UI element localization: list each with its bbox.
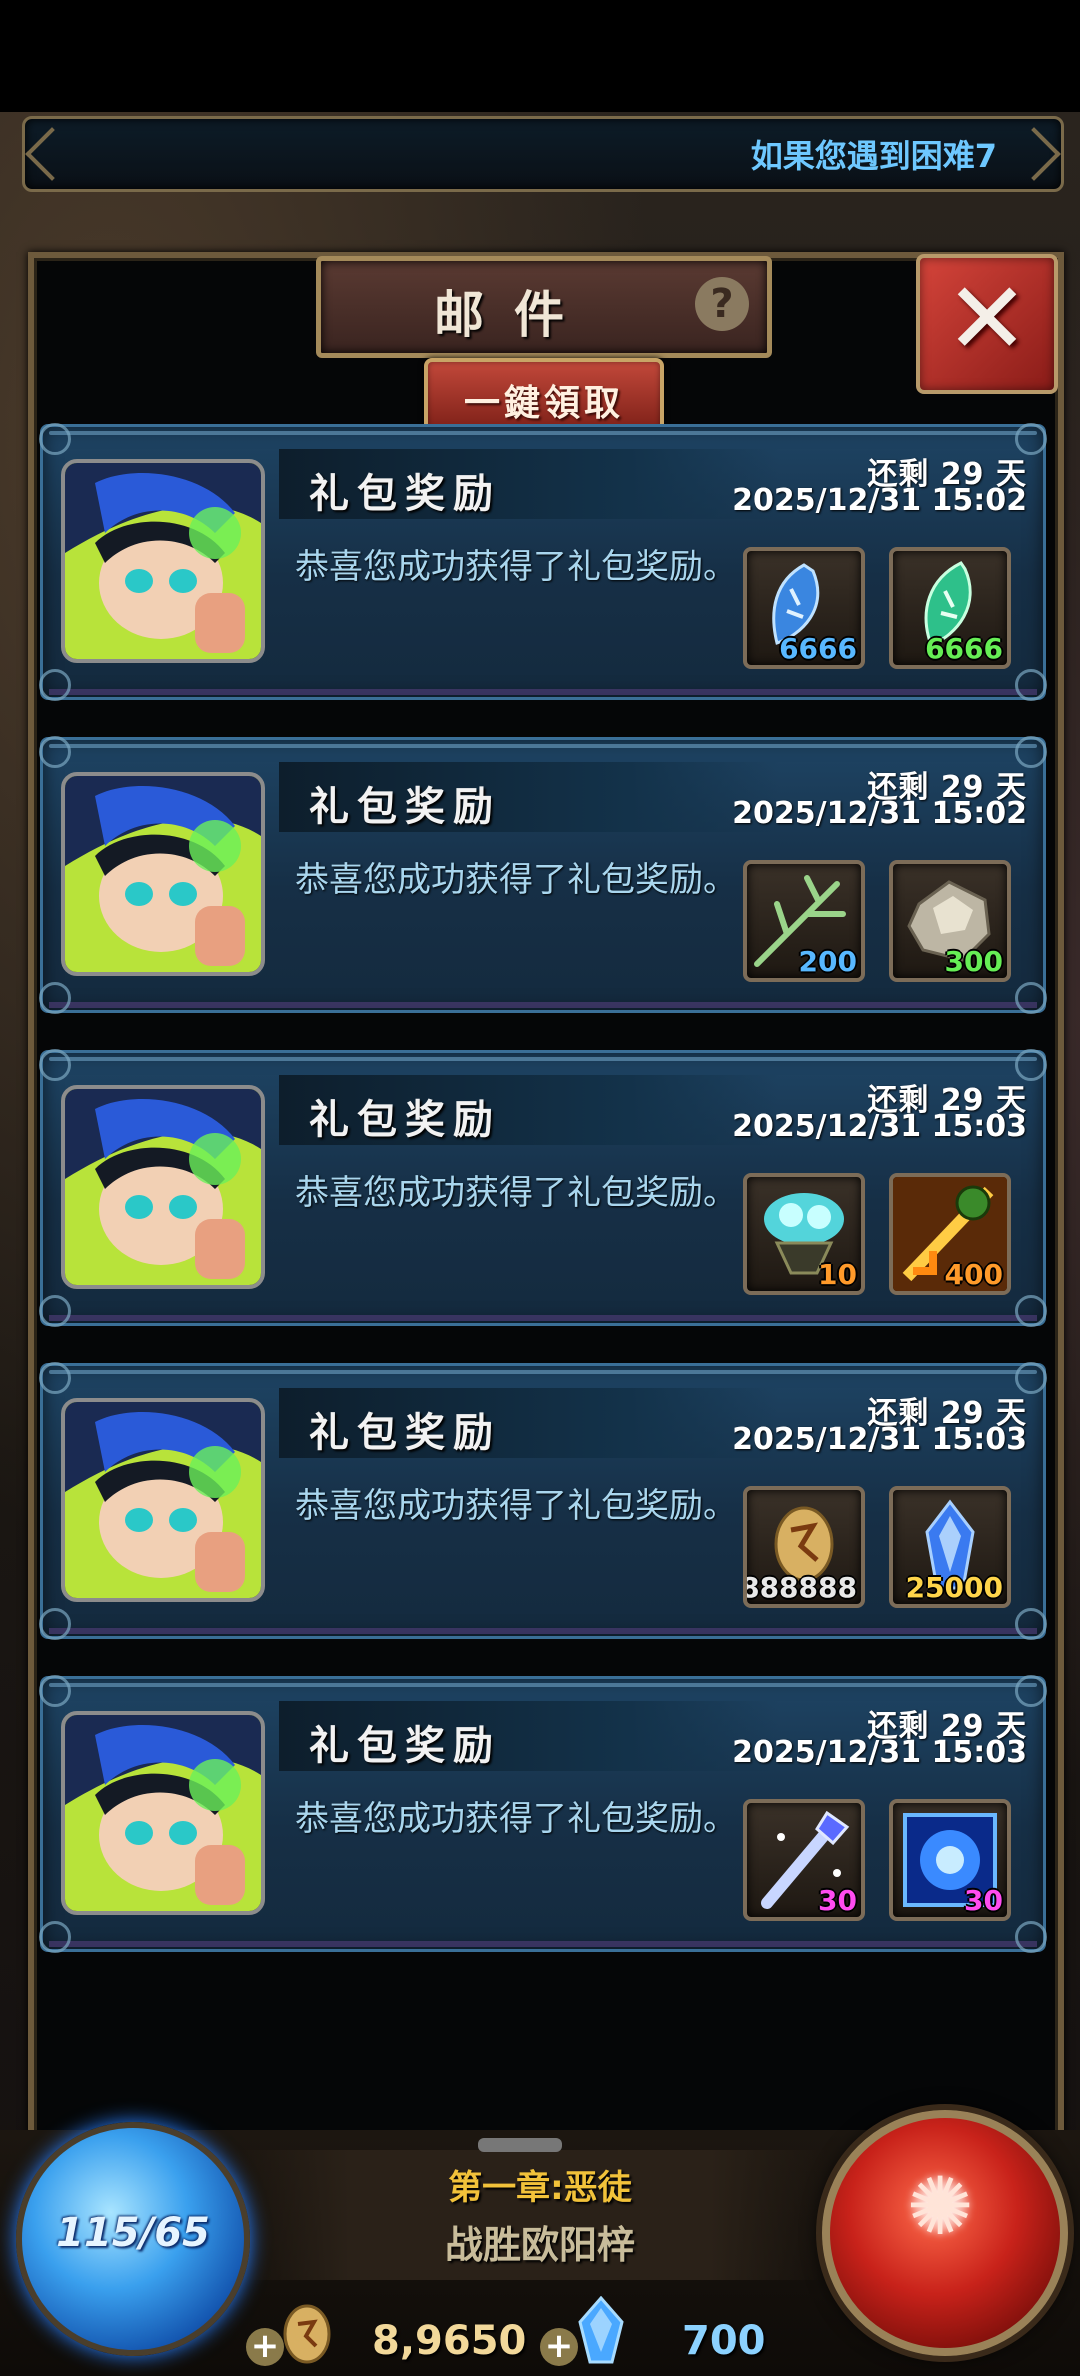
mail-title: 礼包奖励 — [309, 1096, 501, 1143]
blue-crystal-currency-icon — [578, 2296, 624, 2364]
corner-ornament — [1015, 669, 1047, 701]
ticker-text: 如果您遇到困难7 — [750, 137, 997, 175]
avatar-portrait — [65, 1402, 261, 1598]
corner-ornament — [1015, 1608, 1047, 1640]
avatar-portrait — [65, 1089, 261, 1285]
card-bottom-edge — [49, 1941, 1037, 1947]
mail-title: 礼包奖励 — [309, 783, 501, 830]
mail-expiry-datetime: 2025/12/31 15:02 — [732, 483, 1027, 518]
gold-amount: 8,9650 — [372, 2318, 527, 2364]
card-bottom-edge — [49, 1628, 1037, 1634]
mail-item[interactable]: 礼包奖励 还剩 29 天 2025/12/31 15:03 恭喜您成功获得了礼包奖励。… — [39, 1049, 1047, 1327]
reward-slot[interactable]: 30 — [743, 1799, 865, 1921]
mail-body: 恭喜您成功获得了礼包奖励。 — [295, 547, 737, 587]
mail-expiry-datetime: 2025/12/31 15:03 — [732, 1735, 1027, 1770]
rune-symbol-icon: ✺ — [906, 2160, 974, 2253]
ticker-right-ornament — [1007, 127, 1061, 181]
close-button[interactable]: ✕ — [916, 254, 1058, 394]
claim-all-label: 一鍵領取 — [463, 383, 624, 424]
corner-ornament — [1015, 982, 1047, 1014]
mail-item[interactable]: 礼包奖励 还剩 29 天 2025/12/31 15:02 恭喜您成功获得了礼包奖励。… — [39, 423, 1047, 701]
corner-ornament — [39, 1675, 71, 1707]
reward-slot[interactable]: 10 — [743, 1173, 865, 1295]
card-bottom-edge — [49, 1002, 1037, 1008]
mail-expiry-datetime: 2025/12/31 15:03 — [732, 1109, 1027, 1144]
mail-body: 恭喜您成功获得了礼包奖励。 — [295, 860, 737, 900]
corner-ornament — [39, 1921, 71, 1953]
corner-ornament — [1015, 1921, 1047, 1953]
mail-body: 恭喜您成功获得了礼包奖励。 — [295, 1173, 737, 1213]
reward-quantity: 200 — [798, 945, 857, 978]
mail-title: 礼包奖励 — [309, 1409, 501, 1456]
reward-quantity: 6666 — [779, 632, 857, 665]
corner-ornament — [39, 1362, 71, 1394]
mail-body: 恭喜您成功获得了礼包奖励。 — [295, 1486, 737, 1526]
corner-ornament — [39, 669, 71, 701]
sender-avatar — [61, 772, 265, 976]
mail-body: 恭喜您成功获得了礼包奖励。 — [295, 1799, 737, 1839]
card-bottom-edge — [49, 1315, 1037, 1321]
reward-quantity: 25000 — [905, 1571, 1003, 1604]
card-highlight — [49, 744, 1037, 748]
reward-quantity: 300 — [944, 945, 1003, 978]
mail-expiry-datetime: 2025/12/31 15:03 — [732, 1422, 1027, 1457]
reward-quantity: 10 — [818, 1258, 857, 1291]
avatar-portrait — [65, 776, 261, 972]
card-highlight — [49, 1683, 1037, 1687]
reward-slot[interactable]: 30 — [889, 1799, 1011, 1921]
avatar-portrait — [65, 1715, 261, 1911]
corner-ornament — [1015, 1295, 1047, 1327]
mail-title: 礼包奖励 — [309, 470, 501, 517]
reward-quantity: 30 — [818, 1884, 857, 1917]
gold-rune-coin-icon — [283, 2304, 331, 2364]
corner-ornament — [39, 1049, 71, 1081]
reward-slot[interactable]: 1888888 — [743, 1486, 865, 1608]
reward-quantity: 6666 — [925, 632, 1003, 665]
mail-item[interactable]: 礼包奖励 还剩 29 天 2025/12/31 15:03 恭喜您成功获得了礼包奖励。… — [39, 1675, 1047, 1953]
card-highlight — [49, 431, 1037, 435]
corner-ornament — [39, 423, 71, 455]
mail-expiry-datetime: 2025/12/31 15:02 — [732, 796, 1027, 831]
reward-quantity: 30 — [964, 1884, 1003, 1917]
ticker-left-ornament — [25, 127, 79, 181]
help-icon[interactable]: ? — [695, 277, 749, 331]
energy-value: 115/65 — [56, 2210, 210, 2256]
drawer-handle[interactable] — [478, 2138, 562, 2152]
scroll-ticker: 如果您遇到困难7 — [22, 116, 1064, 192]
reward-slot[interactable]: 300 — [889, 860, 1011, 982]
corner-ornament — [39, 982, 71, 1014]
corner-ornament — [39, 1295, 71, 1327]
card-bottom-edge — [49, 689, 1037, 695]
reward-quantity: 1888888 — [743, 1571, 857, 1604]
card-highlight — [49, 1370, 1037, 1374]
mail-item[interactable]: 礼包奖励 还剩 29 天 2025/12/31 15:03 恭喜您成功获得了礼包奖励。… — [39, 1362, 1047, 1640]
reward-slot[interactable]: 400 — [889, 1173, 1011, 1295]
dialog-title-plate: 邮件 ? — [316, 256, 772, 358]
reward-slot[interactable]: 200 — [743, 860, 865, 982]
sender-avatar — [61, 1085, 265, 1289]
avatar-portrait — [65, 463, 261, 659]
sender-avatar — [61, 459, 265, 663]
card-highlight — [49, 1057, 1037, 1061]
status-bar-area — [0, 0, 1080, 112]
close-icon: ✕ — [945, 260, 1029, 377]
corner-ornament — [39, 736, 71, 768]
corner-ornament — [39, 1608, 71, 1640]
reward-slot[interactable]: 25000 — [889, 1486, 1011, 1608]
sender-avatar — [61, 1398, 265, 1602]
sender-avatar — [61, 1711, 265, 1915]
mail-title: 礼包奖励 — [309, 1722, 501, 1769]
reward-quantity: 400 — [944, 1258, 1003, 1291]
gem-amount: 700 — [682, 2318, 766, 2364]
mail-item[interactable]: 礼包奖励 还剩 29 天 2025/12/31 15:02 恭喜您成功获得了礼包奖励。… — [39, 736, 1047, 1014]
reward-slot[interactable]: 6666 — [743, 547, 865, 669]
reward-slot[interactable]: 6666 — [889, 547, 1011, 669]
dialog-title: 邮件 — [434, 285, 594, 344]
